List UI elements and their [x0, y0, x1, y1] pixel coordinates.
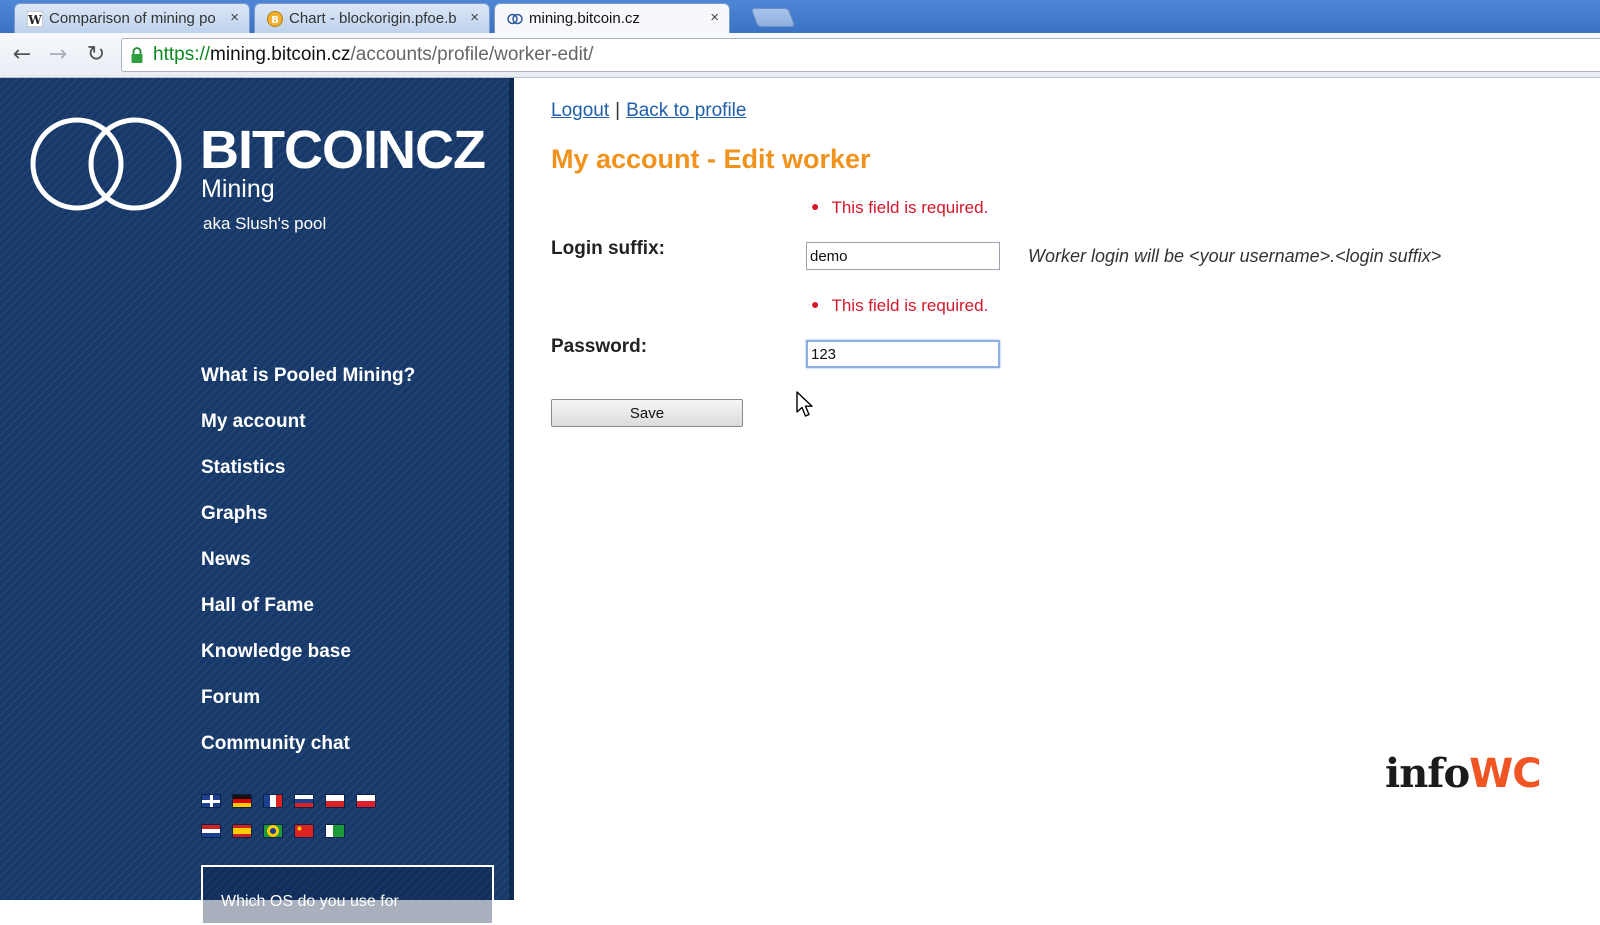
sidebar-item-forum[interactable]: Forum — [201, 687, 415, 733]
url-scheme: https:// — [153, 44, 211, 65]
back-arrow-icon[interactable]: ← — [8, 41, 36, 69]
brand-subtitle: Mining — [201, 175, 275, 203]
tab-title: Comparison of mining po — [49, 10, 216, 27]
sidebar-item-statistics[interactable]: Statistics — [201, 457, 415, 503]
browser-toolbar: ← → ↻ https://mining.bitcoin.cz/accounts… — [0, 33, 1600, 78]
browser-tab-strip: W Comparison of mining po × B Chart - bl… — [0, 0, 1600, 33]
poll-question: Which OS do you use for — [221, 893, 399, 910]
tab-title: Chart - blockorigin.pfoe.b — [289, 10, 457, 27]
svg-text:W: W — [27, 13, 42, 27]
password-label: Password: — [551, 336, 648, 357]
brand-name[interactable]: BITCOINCZ — [200, 120, 486, 180]
sidebar-item-hall-of-fame[interactable]: Hall of Fame — [201, 595, 415, 641]
tab-close-icon[interactable]: × — [230, 9, 239, 26]
error-bullet-icon: ● — [811, 198, 820, 214]
wikipedia-icon: W — [27, 11, 43, 27]
password-error: ● This field is required. — [811, 296, 988, 316]
tab-mining-bitcoin-cz[interactable]: mining.bitcoin.cz × — [494, 3, 730, 33]
tab-comparison-of-mining-pools[interactable]: W Comparison of mining po × — [14, 3, 250, 33]
login-suffix-hint: Worker login will be <your username>.<lo… — [1028, 246, 1442, 266]
flag-fr-icon[interactable] — [263, 794, 283, 808]
flag-eo-icon[interactable] — [325, 824, 345, 838]
poll-box: Which OS do you use for — [201, 865, 494, 925]
flag-pl-icon[interactable] — [356, 794, 376, 808]
infowc-watermark: infoWC — [1385, 750, 1542, 797]
sidebar-item-news[interactable]: News — [201, 549, 415, 595]
watermark-wc: WC — [1469, 751, 1541, 797]
watermark-info: info — [1385, 750, 1470, 797]
flag-ru-icon[interactable] — [294, 794, 314, 808]
flag-br-icon[interactable] — [263, 824, 283, 838]
flag-de-icon[interactable] — [232, 794, 252, 808]
flag-cn-icon[interactable] — [294, 824, 314, 838]
login-suffix-error-text: This field is required. — [831, 198, 989, 217]
flag-uk-icon[interactable] — [201, 794, 221, 808]
bitcoincz-rings-icon — [507, 13, 523, 25]
sidebar-item-graphs[interactable]: Graphs — [201, 503, 415, 549]
tab-title: mining.bitcoin.cz — [529, 10, 640, 27]
flag-nl-icon[interactable] — [201, 824, 221, 838]
tab-close-icon[interactable]: × — [470, 9, 479, 26]
password-input[interactable] — [806, 340, 1000, 368]
mouse-pointer-icon — [796, 391, 813, 417]
new-tab-button[interactable] — [750, 8, 796, 27]
reload-icon[interactable]: ↻ — [82, 41, 110, 69]
address-bar[interactable]: https://mining.bitcoin.cz/accounts/profi… — [121, 38, 1600, 72]
save-button[interactable]: Save — [551, 399, 743, 427]
address-url[interactable]: https://mining.bitcoin.cz/accounts/profi… — [153, 44, 593, 66]
login-suffix-input[interactable] — [806, 242, 1000, 270]
url-host: mining.bitcoin.cz — [210, 44, 351, 65]
url-path: /accounts/profile/worker-edit/ — [350, 44, 594, 65]
site-sidebar: BITCOINCZ Mining aka Slush's pool What i… — [0, 78, 514, 925]
flag-es-icon[interactable] — [232, 824, 252, 838]
sidebar-nav: What is Pooled Mining? My account Statis… — [201, 365, 415, 779]
link-separator: | — [615, 100, 621, 121]
account-links: Logout | Back to profile — [551, 100, 746, 122]
login-suffix-error: ● This field is required. — [811, 198, 988, 218]
page-title: My account - Edit worker — [551, 144, 871, 174]
secure-lock-icon — [131, 47, 143, 63]
tab-chart-blockorigin[interactable]: B Chart - blockorigin.pfoe.b × — [254, 3, 490, 33]
main-content: Logout | Back to profile My account - Edit… — [514, 78, 1600, 900]
sidebar-item-what-is-pooled-mining[interactable]: What is Pooled Mining? — [201, 365, 415, 411]
sidebar-item-my-account[interactable]: My account — [201, 411, 415, 457]
forward-arrow-icon[interactable]: → — [44, 41, 72, 69]
bitcoincz-logo-rings-icon[interactable] — [30, 114, 185, 214]
password-error-text: This field is required. — [831, 296, 989, 315]
sidebar-item-community-chat[interactable]: Community chat — [201, 733, 415, 779]
back-to-profile-link[interactable]: Back to profile — [626, 100, 746, 121]
error-bullet-icon: ● — [811, 296, 820, 312]
bitcoin-coin-icon: B — [267, 11, 283, 27]
brand-tagline: aka Slush's pool — [203, 214, 327, 233]
svg-text:B: B — [271, 15, 279, 26]
login-suffix-label: Login suffix: — [551, 238, 665, 259]
sidebar-item-knowledge-base[interactable]: Knowledge base — [201, 641, 415, 687]
logout-link[interactable]: Logout — [551, 100, 609, 121]
tab-close-icon[interactable]: × — [710, 9, 719, 26]
language-flags — [201, 794, 401, 854]
flag-cz-icon[interactable] — [325, 794, 345, 808]
